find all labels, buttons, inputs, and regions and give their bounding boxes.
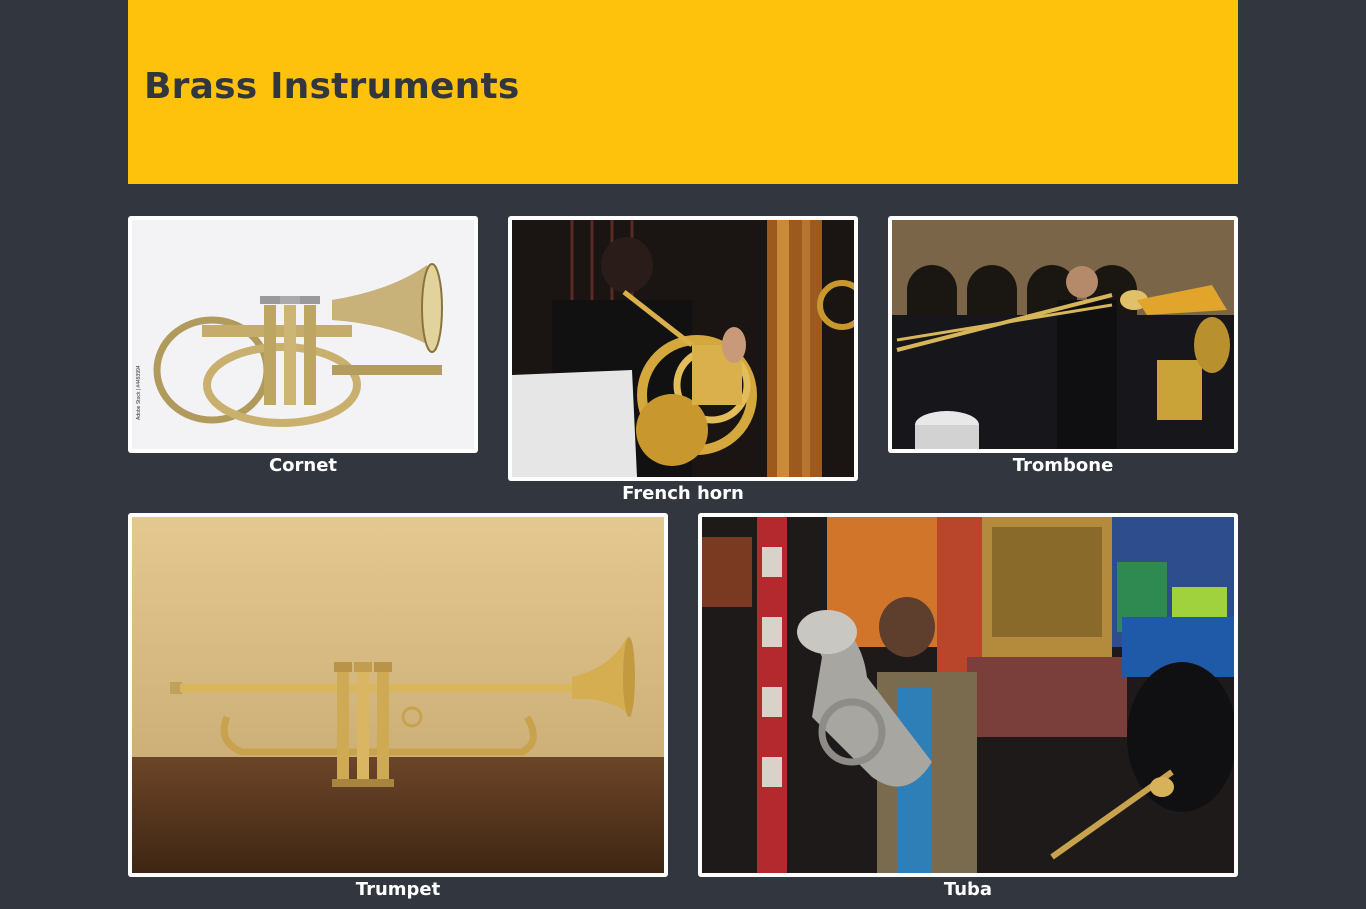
svg-text:Adobe Stock | #4493994: Adobe Stock | #4493994 xyxy=(136,365,142,420)
trumpet-caption: Trumpet xyxy=(355,879,441,900)
gallery-item-trumpet: Trumpet xyxy=(128,513,668,904)
tuba-image[interactable] xyxy=(698,513,1238,877)
gallery-item-french-horn: French horn xyxy=(508,216,858,506)
cornet-caption: Cornet xyxy=(268,455,338,476)
trombone-caption: Trombone xyxy=(1012,455,1114,476)
page: Brass Instruments Adobe Stock | #4493994 xyxy=(0,0,1366,909)
gallery-item-trombone: Trombone xyxy=(888,216,1238,478)
gallery-item-cornet: Adobe Stock | #4493994 Cornet xyxy=(128,216,478,478)
tuba-caption: Tuba xyxy=(943,879,993,900)
page-title: Brass Instruments xyxy=(144,66,520,107)
cornet-image[interactable]: Adobe Stock | #4493994 xyxy=(128,216,478,453)
trumpet-image[interactable] xyxy=(128,513,668,877)
french-horn-caption: French horn xyxy=(622,483,744,504)
trombone-image[interactable] xyxy=(888,216,1238,453)
gallery-item-tuba: Tuba xyxy=(698,513,1238,904)
page-header: Brass Instruments xyxy=(128,0,1238,184)
french-horn-image[interactable] xyxy=(508,216,858,481)
